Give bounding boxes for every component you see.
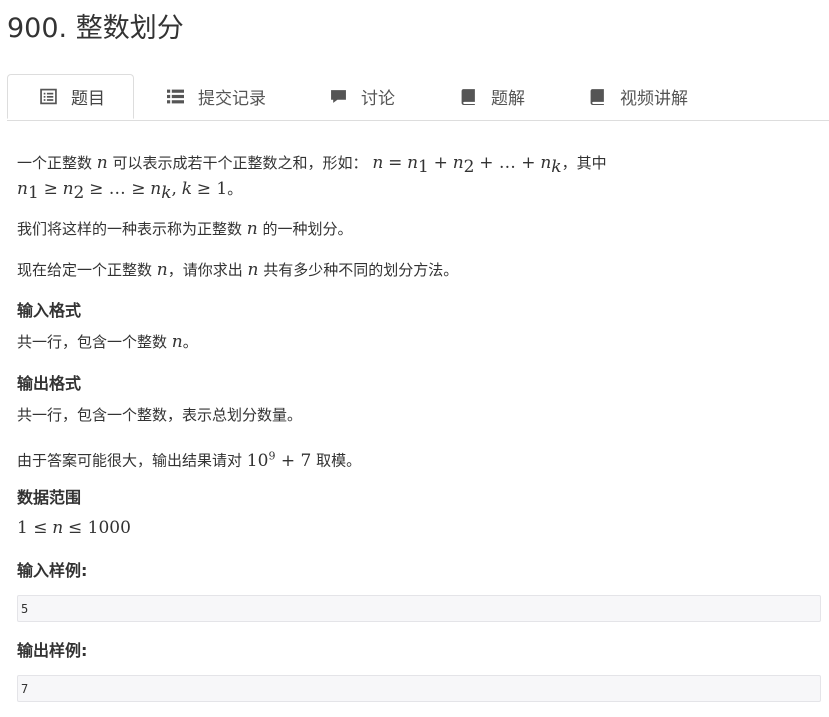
- output-mod-text: 由于答案可能很大，输出结果请对 109 + 7 取模。: [17, 449, 362, 471]
- tab-submissions-label: 提交记录: [198, 89, 266, 109]
- input-format-text: 共一行，包含一个整数 n。: [17, 332, 198, 352]
- book-icon: [590, 89, 604, 105]
- statement-line-1: 一个正整数 n 可以表示成若干个正整数之和，形如： n = n1 + n2 + …: [17, 153, 607, 177]
- sample-input-box[interactable]: 5: [17, 595, 821, 622]
- data-range-heading: 数据范围: [17, 488, 82, 507]
- tab-problem-label: 题目: [71, 89, 105, 109]
- tab-problem[interactable]: 题目: [7, 74, 134, 119]
- tab-solutions[interactable]: 题解: [460, 74, 525, 119]
- tab-video-label: 视频讲解: [620, 89, 688, 109]
- comment-icon: [331, 90, 346, 103]
- page-title: 900. 整数划分: [7, 13, 184, 44]
- list-alt-icon: [40, 88, 57, 105]
- tab-solutions-label: 题解: [491, 89, 525, 109]
- sample-output-box[interactable]: 7: [17, 675, 821, 702]
- sample-output-heading: 输出样例:: [17, 641, 88, 660]
- tab-submissions[interactable]: 提交记录: [167, 74, 266, 119]
- tab-video[interactable]: 视频讲解: [589, 74, 688, 119]
- statement-line-3: 我们将这样的一种表示称为正整数 n 的一种划分。: [17, 219, 353, 239]
- output-format-heading: 输出格式: [17, 374, 82, 393]
- tab-discussion-label: 讨论: [361, 89, 395, 109]
- output-format-text: 共一行，包含一个整数，表示总划分数量。: [17, 406, 303, 424]
- tab-discussion[interactable]: 讨论: [330, 74, 395, 119]
- problem-tabs: 题目 提交记录 讨论 题解 视频讲解: [7, 74, 829, 121]
- data-range-formula: 1 ≤ n ≤ 1000: [17, 518, 131, 538]
- sample-input-heading: 输入样例:: [17, 561, 88, 580]
- book-icon: [461, 89, 475, 105]
- statement-line-2: n1 ≥ n2 ≥ … ≥ nk, k ≥ 1。: [17, 179, 243, 203]
- list-icon: [167, 89, 184, 104]
- statement-line-4: 现在给定一个正整数 n，请你求出 n 共有多少种不同的划分方法。: [17, 260, 459, 280]
- input-format-heading: 输入格式: [17, 301, 82, 320]
